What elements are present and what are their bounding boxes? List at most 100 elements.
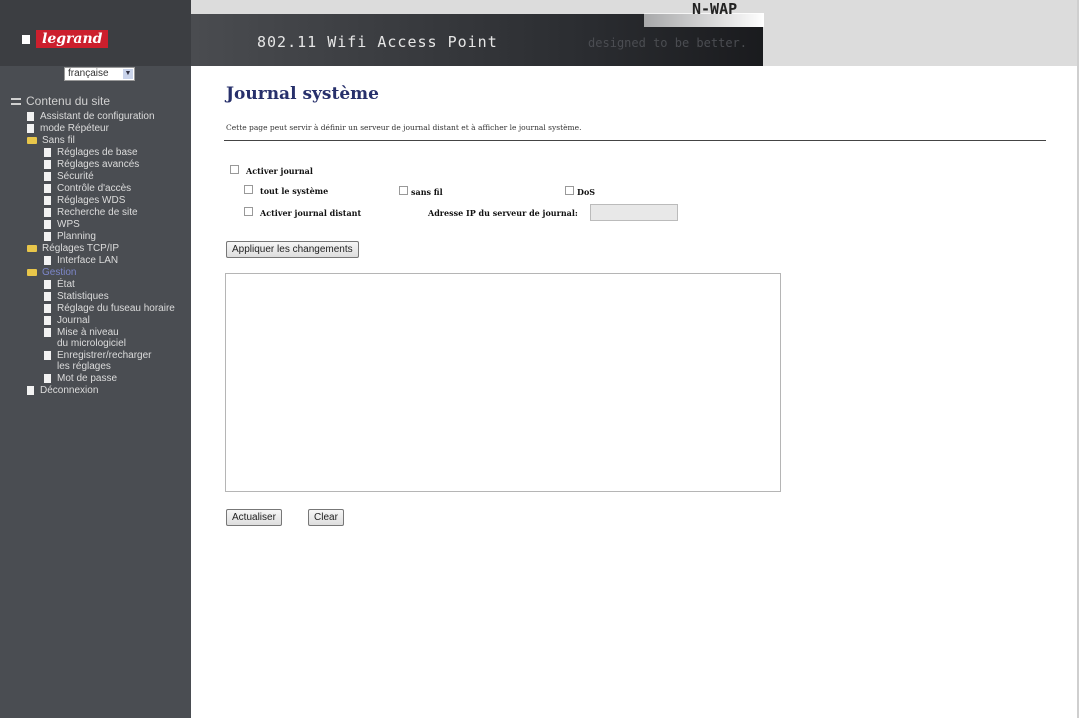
sidebar-item-label: Sécurité (57, 171, 94, 182)
log-textarea[interactable] (225, 273, 781, 492)
sidebar-item-advanced-settings[interactable]: Réglages avancés (44, 159, 139, 170)
page-icon (27, 386, 34, 395)
sidebar-item-label: Mise à niveau (57, 327, 119, 338)
page-description: Cette page peut servir à définir un serv… (226, 123, 582, 132)
sidebar-item-lan-interface[interactable]: Interface LAN (44, 255, 118, 266)
enable-remote-log-label: Activer journal distant (260, 208, 362, 218)
server-ip-label: Adresse IP du serveur de journal: (428, 208, 578, 218)
page-icon (44, 208, 51, 217)
sidebar-item-security[interactable]: Sécurité (44, 171, 94, 182)
chevron-down-icon[interactable]: ▼ (123, 69, 133, 79)
enable-log-checkbox[interactable] (230, 165, 239, 174)
sidebar-item-save-reload-cont[interactable]: les réglages (57, 361, 111, 372)
sidebar-item-label: État (57, 279, 75, 290)
brand-logo-square (20, 32, 32, 46)
sidebar-item-site-survey[interactable]: Recherche de site (44, 207, 138, 218)
sidebar-item-assistant[interactable]: Assistant de configuration (27, 111, 155, 122)
tagline: designed to be better. (588, 36, 747, 50)
clear-button[interactable]: Clear (308, 509, 344, 526)
sidebar: française ▼ Contenu du site Assistant de… (0, 66, 191, 718)
logo-area: legrand (0, 0, 191, 66)
sidebar-item-log[interactable]: Journal (44, 315, 90, 326)
model-label: N-WAP (692, 0, 738, 18)
sidebar-item-wps[interactable]: WPS (44, 219, 80, 230)
page-icon (44, 220, 51, 229)
header-banner: legrand 802.11 Wifi Access Point designe… (0, 0, 1079, 66)
sidebar-item-firmware-upgrade-cont[interactable]: du micrologiciel (57, 338, 126, 349)
folder-icon (27, 245, 37, 252)
sidebar-item-status[interactable]: État (44, 279, 75, 290)
sidebar-item-label: Déconnexion (40, 385, 99, 396)
sidebar-item-timezone[interactable]: Réglage du fuseau horaire (44, 303, 175, 314)
sidebar-item-label: Réglages TCP/IP (42, 243, 120, 254)
sidebar-root-label: Contenu du site (26, 94, 111, 108)
sidebar-item-label: Réglages de base (57, 147, 138, 158)
sidebar-root[interactable]: Contenu du site (11, 94, 110, 108)
enable-log-label: Activer journal (246, 166, 313, 176)
sidebar-item-label: WPS (57, 219, 80, 230)
sidebar-item-label: Recherche de site (57, 207, 138, 218)
enable-remote-log-checkbox[interactable] (244, 207, 253, 216)
page-icon (44, 280, 51, 289)
page-title: Journal système (226, 84, 379, 104)
sidebar-item-firmware-upgrade[interactable]: Mise à niveau (44, 327, 119, 338)
page-icon (44, 328, 51, 337)
server-ip-input[interactable] (590, 204, 678, 221)
page-icon (27, 112, 34, 121)
page-icon (44, 292, 51, 301)
language-value: française (68, 68, 109, 79)
all-system-checkbox[interactable] (244, 185, 253, 194)
brand-name: legrand (36, 30, 109, 48)
main-content: Journal système Cette page peut servir à… (191, 66, 1079, 718)
sidebar-item-save-reload[interactable]: Enregistrer/recharger (44, 350, 151, 361)
page-icon (44, 316, 51, 325)
dos-checkbox[interactable] (565, 186, 574, 195)
sidebar-item-basic-settings[interactable]: Réglages de base (44, 147, 138, 158)
sidebar-item-tcpip[interactable]: Réglages TCP/IP (27, 243, 119, 254)
page-icon (44, 196, 51, 205)
sidebar-item-label: Mot de passe (57, 373, 118, 384)
sidebar-item-logout[interactable]: Déconnexion (27, 385, 98, 396)
sidebar-item-label: Sans fil (42, 135, 75, 146)
sidebar-item-label: Journal (57, 315, 90, 326)
sidebar-item-label: les réglages (57, 361, 111, 372)
folder-icon (27, 137, 37, 144)
sidebar-item-label: Gestion (42, 267, 77, 278)
wireless-checkbox[interactable] (399, 186, 408, 195)
page-icon (44, 148, 51, 157)
sidebar-item-label: Réglage du fuseau horaire (57, 303, 175, 314)
sidebar-item-label: Planning (57, 231, 96, 242)
sidebar-item-password[interactable]: Mot de passe (44, 373, 117, 384)
dos-label: DoS (577, 187, 596, 197)
sidebar-item-label: Assistant de configuration (40, 111, 155, 122)
product-title: 802.11 Wifi Access Point (257, 33, 498, 51)
menu-icon (11, 97, 21, 105)
sidebar-item-management[interactable]: Gestion (27, 267, 76, 278)
apply-changes-button[interactable]: Appliquer les changements (226, 241, 359, 258)
sidebar-item-statistics[interactable]: Statistiques (44, 291, 109, 302)
sidebar-item-schedule[interactable]: Planning (44, 231, 96, 242)
wireless-label: sans fil (411, 187, 443, 197)
language-select[interactable]: française ▼ (64, 67, 135, 81)
sidebar-item-wds[interactable]: Réglages WDS (44, 195, 125, 206)
page-icon (44, 256, 51, 265)
all-system-label: tout le système (260, 186, 329, 196)
sidebar-item-wireless[interactable]: Sans fil (27, 135, 75, 146)
sidebar-item-label: Réglages WDS (57, 195, 126, 206)
sidebar-item-label: Interface LAN (57, 255, 119, 266)
sidebar-item-access-control[interactable]: Contrôle d'accès (44, 183, 131, 194)
sidebar-item-label: Contrôle d'accès (57, 183, 132, 194)
page-icon (27, 124, 34, 133)
page-icon (44, 160, 51, 169)
refresh-button[interactable]: Actualiser (226, 509, 282, 526)
sidebar-item-label: Statistiques (57, 291, 109, 302)
page-icon (44, 374, 51, 383)
sidebar-item-label: Réglages avancés (57, 159, 140, 170)
sidebar-item-label: Enregistrer/recharger (57, 350, 152, 361)
brand-logo: legrand (20, 30, 109, 48)
sidebar-item-label: du micrologiciel (57, 338, 126, 349)
sidebar-item-repeater[interactable]: mode Répéteur (27, 123, 109, 134)
page-icon (44, 304, 51, 313)
divider (224, 140, 1046, 141)
folder-icon (27, 269, 37, 276)
